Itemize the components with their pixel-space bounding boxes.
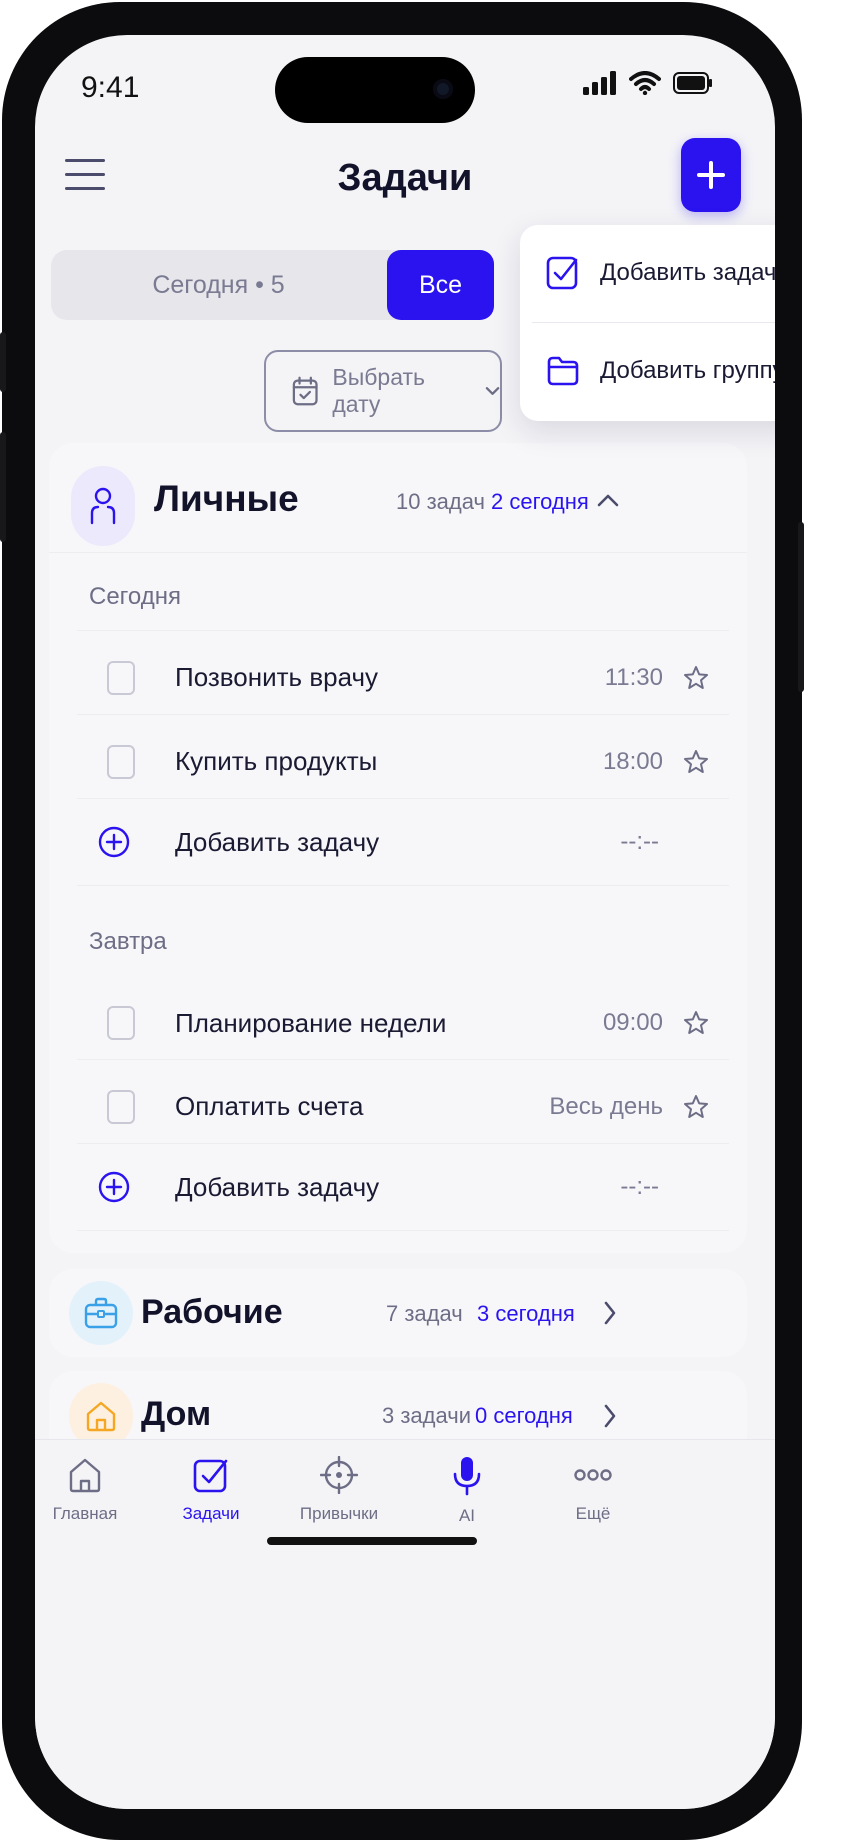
group-title: Дом (141, 1395, 212, 1433)
tab-home[interactable]: Главная (35, 1456, 145, 1524)
task-row[interactable]: Купить продукты 18:00 (77, 714, 729, 808)
add-task-time: --:-- (620, 1173, 659, 1200)
add-task-row[interactable]: Добавить задачу --:-- (77, 1143, 729, 1231)
tab-label: Задачи (182, 1504, 240, 1523)
group-today-count: 2 сегодня (491, 489, 589, 514)
task-title: Позвонить врачу (175, 662, 379, 692)
avatar (71, 466, 135, 546)
chevron-up-icon[interactable] (597, 493, 619, 507)
task-time: 18:00 (602, 747, 663, 775)
group-task-count: 10 задач (396, 489, 485, 514)
filter-segmented: Сегодня • 5 Все (51, 250, 494, 320)
chevron-down-icon (485, 387, 500, 395)
filter-all[interactable]: Все (387, 250, 494, 320)
person-icon (90, 487, 116, 525)
phone-frame: 9:41 Задачи Сегодня • 5 Все Выбрать дату… (0, 2, 804, 1840)
star-icon[interactable] (683, 1094, 709, 1120)
task-checkbox[interactable] (107, 1089, 135, 1124)
group-title: Рабочие (141, 1293, 283, 1331)
tab-label: Привычки (299, 1504, 379, 1523)
task-title: Оплатить счета (175, 1091, 364, 1121)
side-button (0, 432, 6, 542)
battery-icon (673, 72, 712, 94)
home-indicator (267, 1537, 477, 1545)
task-title: Купить продукты (175, 746, 378, 776)
add-task-label: Добавить задачу (175, 826, 380, 857)
add-task-row[interactable]: Добавить задачу --:-- (77, 798, 729, 886)
tab-label: AI (458, 1506, 476, 1525)
tab-bar: Главная Задачи Привычки AI Ещё (35, 1439, 775, 1809)
status-time: 9:41 (81, 71, 140, 104)
filter-today[interactable]: Сегодня • 5 (51, 250, 386, 320)
add-task-label: Добавить задачу (175, 1171, 380, 1202)
menu-item-label: Добавить группу (600, 357, 775, 384)
avatar (69, 1281, 133, 1345)
star-icon[interactable] (683, 665, 709, 691)
group-task-count: 7 задач (386, 1301, 463, 1326)
date-picker-button[interactable]: Выбрать дату (264, 350, 502, 432)
more-icon (574, 1469, 612, 1481)
section-label-today: Сегодня (89, 583, 181, 610)
tab-more[interactable]: Ещё (533, 1456, 653, 1524)
dynamic-island (275, 57, 475, 123)
screen: 9:41 Задачи Сегодня • 5 Все Выбрать дату… (35, 35, 775, 1809)
tasks-icon (193, 1459, 228, 1493)
star-icon[interactable] (683, 749, 709, 775)
task-time: 11:30 (604, 663, 663, 691)
menu-item-add-task[interactable]: Добавить задачу (520, 225, 775, 321)
page-title: Задачи (337, 157, 473, 199)
task-time: 09:00 (602, 1009, 663, 1036)
camera (433, 79, 453, 99)
task-row[interactable]: Планирование недели 09:00 (77, 976, 729, 1070)
group-card-work[interactable]: Рабочие 7 задач 3 сегодня (49, 1269, 747, 1357)
group-title: Личные (154, 478, 299, 519)
tab-label: Главная (52, 1504, 118, 1523)
add-button[interactable] (681, 138, 741, 212)
star-icon[interactable] (683, 1010, 709, 1036)
task-time: Весь день (549, 1092, 663, 1120)
group-today-count: 3 сегодня (477, 1301, 575, 1326)
group-today-count: 0 сегодня (475, 1403, 573, 1428)
tab-habits[interactable]: Привычки (279, 1456, 399, 1524)
task-title: Планирование недели (175, 1007, 447, 1038)
status-icons (583, 71, 713, 95)
group-task-count: 3 задачи (382, 1403, 472, 1428)
tab-tasks[interactable]: Задачи (151, 1456, 271, 1524)
wifi-icon (629, 71, 661, 95)
menu-item-label: Добавить задачу (600, 259, 775, 286)
task-row[interactable]: Позвонить врачу 11:30 (77, 630, 729, 724)
microphone-icon (453, 1457, 481, 1496)
target-icon (320, 1456, 358, 1494)
checkbox-icon (546, 256, 578, 290)
house-icon (86, 1401, 116, 1432)
plus-circle-icon (98, 1171, 130, 1203)
menu-item-add-group[interactable]: Добавить группу (520, 323, 775, 419)
tab-label: Ещё (575, 1504, 611, 1523)
side-button (798, 522, 804, 692)
side-button (0, 332, 6, 392)
tab-ai[interactable]: AI (407, 1456, 527, 1526)
chevron-right-icon (604, 1301, 616, 1325)
signal-icon (583, 71, 616, 95)
calendar-icon (292, 376, 318, 406)
add-menu: Добавить задачу Добавить группу (520, 225, 775, 421)
group-card-personal: Личные 10 задач 2 сегодня Сегодня Позвон… (49, 443, 747, 1253)
briefcase-icon (84, 1297, 118, 1329)
task-row[interactable]: Оплатить счета Весь день (77, 1059, 729, 1153)
plus-circle-icon (98, 826, 130, 858)
chevron-right-icon (604, 1404, 616, 1428)
home-icon (69, 1458, 101, 1493)
plus-icon (697, 161, 725, 189)
task-checkbox[interactable] (107, 660, 135, 695)
task-checkbox[interactable] (107, 1006, 135, 1040)
group-header[interactable]: Личные 10 задач 2 сегодня (49, 443, 747, 553)
date-picker-label: Выбрать дату (332, 364, 426, 417)
task-checkbox[interactable] (107, 744, 135, 779)
folder-icon (547, 356, 579, 386)
section-label-tomorrow: Завтра (89, 928, 167, 955)
add-task-time: --:-- (620, 828, 659, 855)
